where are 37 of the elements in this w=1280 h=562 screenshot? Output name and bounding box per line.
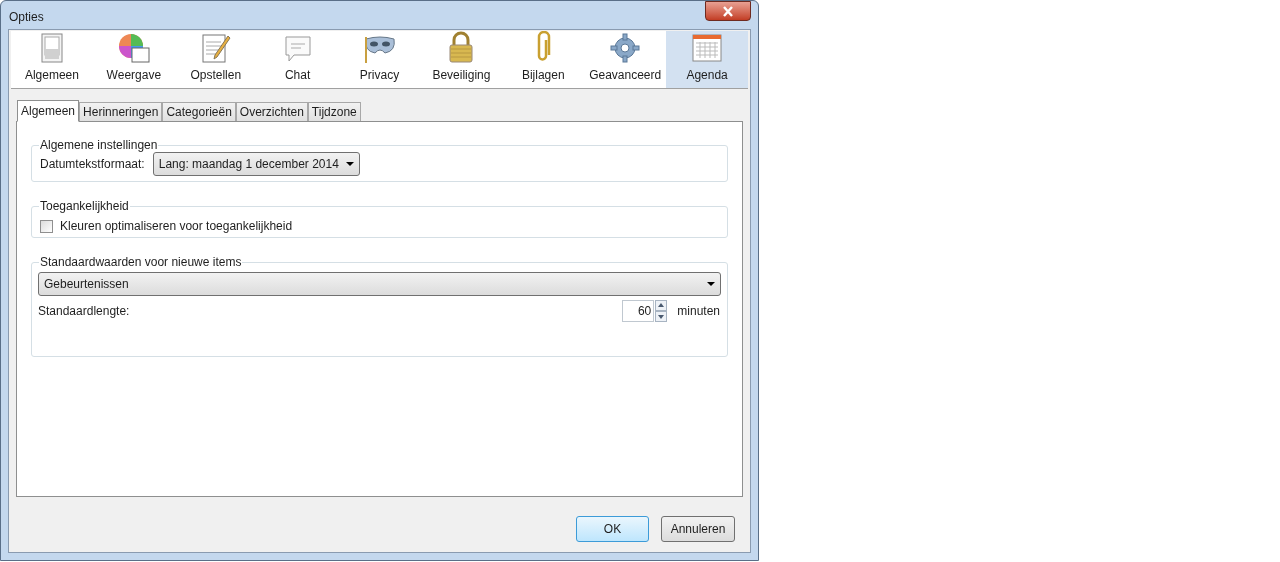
toolbar-button[interactable]: Weergave [92, 31, 175, 88]
group-legend: Algemene instellingen [39, 136, 159, 154]
checkbox[interactable] [40, 219, 53, 233]
dropdown-arrow-icon [345, 162, 354, 166]
tab[interactable]: Tijdzone [307, 102, 361, 121]
toolbar-button[interactable]: Beveiliging [420, 31, 503, 88]
mask-icon [362, 33, 397, 63]
date-format-dropdown[interactable]: Lang: maandag 1 december 2014 [152, 152, 360, 176]
toolbar-button[interactable]: Bijlagen [502, 31, 585, 88]
field-label: Standaardlengte: [38, 303, 131, 320]
length-field[interactable]: 60 [622, 300, 655, 322]
toolbar-button[interactable]: Chat [256, 31, 339, 88]
close-icon [722, 5, 734, 17]
speech-bubble-icon [283, 35, 312, 63]
checkbox-label[interactable]: Kleuren optimaliseren voor toegankelijkheid [60, 217, 293, 235]
toolbar-button[interactable]: Algemeen [11, 31, 93, 88]
toolbar-button[interactable]: Privacy [338, 31, 421, 88]
dropdown-arrow-icon [707, 282, 715, 286]
calendar-icon [692, 33, 723, 63]
group-legend: Toegankelijkheid [39, 197, 130, 215]
tab[interactable]: Algemeen [17, 100, 80, 122]
item-type-dropdown[interactable]: Gebeurtenissen [38, 272, 721, 296]
field-label: Datumtekstformaat: [40, 156, 145, 173]
window-title: Opties [9, 9, 44, 26]
toolbar-button[interactable]: Geavanceerd [584, 31, 667, 88]
spin-buttons[interactable] [655, 300, 668, 322]
ok-button[interactable]: OK [576, 516, 649, 542]
tab[interactable]: Herinneringen [79, 102, 163, 121]
tab[interactable]: Overzichten [235, 102, 308, 121]
tab[interactable]: Categorieën [162, 102, 236, 121]
close-button[interactable] [705, 1, 751, 21]
toolbar-button[interactable]: Agenda [666, 31, 748, 88]
cancel-button[interactable]: Annuleren [661, 516, 735, 542]
toolbar-button[interactable]: Opstellen [174, 31, 257, 88]
unit-label: minuten [677, 303, 720, 320]
group-legend: Standaardwaarden voor nieuwe items [39, 253, 243, 271]
padlock-icon [448, 31, 475, 63]
